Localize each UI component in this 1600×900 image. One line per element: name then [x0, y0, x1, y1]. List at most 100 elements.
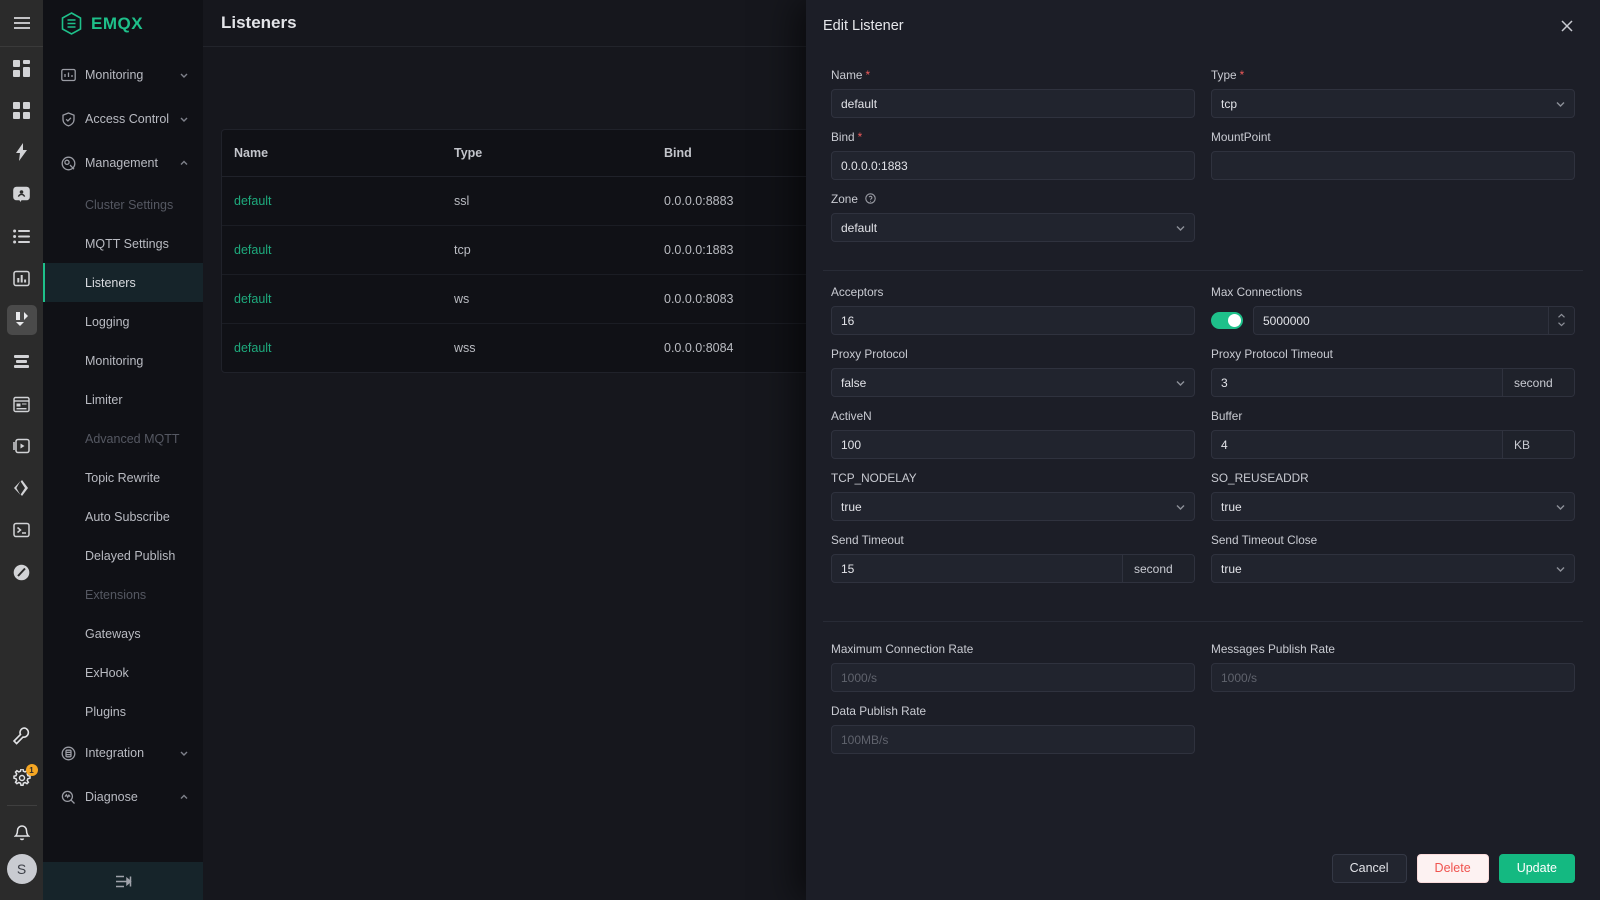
messages-publish-rate-input[interactable]	[1211, 663, 1575, 692]
sidebar-group-management[interactable]: Management	[43, 141, 203, 185]
sidebar-item-listeners[interactable]: Listeners	[43, 263, 203, 302]
rail-item-tools[interactable]	[7, 721, 37, 751]
sidebar-item-plugins[interactable]: Plugins	[43, 692, 203, 731]
proxy-protocol-timeout-unit[interactable]: second	[1502, 369, 1574, 396]
sidebar-item-delayed-publish[interactable]: Delayed Publish	[43, 536, 203, 575]
sidebar-item-auto-subscribe[interactable]: Auto Subscribe	[43, 497, 203, 536]
sidebar-item-label: Cluster Settings	[85, 197, 174, 212]
cell-name[interactable]: default	[222, 274, 442, 324]
sidebar-item-mqtt-settings[interactable]: MQTT Settings	[43, 224, 203, 263]
label-so-reuseaddr: SO_REUSEADDR	[1211, 471, 1575, 485]
rail-item-clients[interactable]	[7, 179, 37, 209]
field-tcp-nodelay: TCP_NODELAY true	[823, 471, 1203, 533]
drawer-body: Name* Type* tcp	[806, 51, 1600, 836]
field-data-publish-rate: Data Publish Rate	[823, 704, 1203, 766]
type-select[interactable]: tcp	[1211, 89, 1575, 118]
buffer-input[interactable]	[1212, 431, 1502, 458]
zone-select[interactable]: default	[831, 213, 1195, 242]
rail-item-dashboard[interactable]	[7, 53, 37, 83]
rail-item-terminal[interactable]	[7, 515, 37, 545]
wrench-icon	[12, 727, 31, 745]
data-publish-rate-input[interactable]	[831, 725, 1195, 754]
label-text: TCP_NODELAY	[831, 471, 917, 485]
delete-button[interactable]: Delete	[1416, 853, 1489, 883]
sidebar-item-topic-rewrite[interactable]: Topic Rewrite	[43, 458, 203, 497]
sidebar-item-exhook[interactable]: ExHook	[43, 653, 203, 692]
settings-badge: 1	[25, 764, 38, 776]
icon-rail: 1 S	[0, 0, 43, 900]
field-acceptors: Acceptors	[823, 285, 1203, 347]
cell-name[interactable]: default	[222, 324, 442, 373]
emqx-hexagon-logo	[61, 12, 82, 35]
label-text: Data Publish Rate	[831, 704, 927, 718]
rail-item-listeners[interactable]	[6, 305, 37, 335]
rail-item-settings[interactable]: 1	[7, 763, 38, 793]
bind-input[interactable]	[831, 151, 1195, 180]
update-button[interactable]: Update	[1498, 853, 1575, 883]
sidebar-item-advanced-mqtt[interactable]: Advanced MQTT	[43, 419, 203, 458]
send-timeout-close-select[interactable]: true	[1211, 554, 1575, 583]
label-text: Acceptors	[831, 285, 884, 299]
sidebar-item-monitoring[interactable]: Monitoring	[43, 341, 203, 380]
code-brackets-icon	[13, 480, 30, 496]
cell-type: ws	[442, 274, 652, 324]
cancel-button[interactable]: Cancel	[1331, 853, 1407, 883]
activen-input[interactable]	[831, 430, 1195, 459]
tcp-nodelay-select[interactable]: true	[831, 492, 1195, 521]
so-reuseaddr-select[interactable]: true	[1211, 492, 1575, 521]
hamburger-menu-button[interactable]	[0, 0, 43, 47]
max-connections-input[interactable]	[1254, 307, 1548, 334]
management-cog-icon	[61, 156, 76, 171]
cell-type: ssl	[442, 176, 652, 226]
buffer-unit[interactable]: KB	[1502, 431, 1574, 458]
send-timeout-unit[interactable]: second	[1122, 555, 1194, 582]
label-text: Send Timeout Close	[1211, 533, 1318, 547]
sidebar-item-logging[interactable]: Logging	[43, 302, 203, 341]
cell-name[interactable]: default	[222, 176, 442, 226]
label-type: Type *	[1211, 68, 1575, 82]
rail-item-playback[interactable]	[7, 431, 37, 461]
sidebar-group-access-control[interactable]: Access Control	[43, 97, 203, 141]
name-input[interactable]	[831, 89, 1195, 118]
sidebar-item-limiter[interactable]: Limiter	[43, 380, 203, 419]
column-header-name[interactable]: Name	[222, 130, 442, 177]
proxy-protocol-timeout-input[interactable]	[1212, 369, 1502, 396]
sidebar-group-diagnose[interactable]: Diagnose	[43, 775, 203, 819]
close-button[interactable]	[1559, 18, 1575, 34]
sidebar-item-gateways[interactable]: Gateways	[43, 614, 203, 653]
rail-item-dashboard-alt[interactable]	[7, 95, 37, 125]
collapse-sidebar-icon	[114, 874, 133, 889]
max-conn-rate-input[interactable]	[831, 663, 1195, 692]
rail-item-code[interactable]	[7, 473, 37, 503]
collapse-sidebar-button[interactable]	[43, 862, 203, 900]
question-circle-icon[interactable]	[865, 193, 876, 204]
buffer-wrap: KB	[1211, 430, 1575, 459]
brand[interactable]: EMQX	[43, 0, 203, 47]
chevron-down-icon[interactable]	[1557, 321, 1566, 328]
chevron-up-icon[interactable]	[1557, 313, 1566, 320]
rail-item-mqtt-module[interactable]	[7, 389, 37, 419]
acceptors-input[interactable]	[831, 306, 1195, 335]
rail-item-blocked[interactable]	[7, 557, 37, 587]
mountpoint-input[interactable]	[1211, 151, 1575, 180]
sidebar-group-integration[interactable]: Integration	[43, 731, 203, 775]
section-divider	[823, 270, 1583, 271]
sidebar-group-monitoring[interactable]: Monitoring	[43, 53, 203, 97]
label-acceptors: Acceptors	[831, 285, 1195, 299]
sidebar-item-extensions[interactable]: Extensions	[43, 575, 203, 614]
column-header-type[interactable]: Type	[442, 130, 652, 177]
rail-item-connections[interactable]	[7, 137, 37, 167]
rail-item-analytics[interactable]	[7, 263, 37, 293]
max-connections-toggle[interactable]	[1211, 312, 1243, 329]
rail-item-notifications[interactable]	[7, 818, 37, 848]
sidebar-item-cluster-settings[interactable]: Cluster Settings	[43, 185, 203, 224]
cell-name[interactable]: default	[222, 225, 442, 275]
send-timeout-input[interactable]	[832, 555, 1122, 582]
rail-item-topics[interactable]	[7, 221, 37, 251]
max-connections-stepper[interactable]	[1548, 307, 1574, 334]
rail-item-rules[interactable]	[7, 347, 37, 377]
field-activen: ActiveN	[823, 409, 1203, 471]
proxy-protocol-select[interactable]: false	[831, 368, 1195, 397]
slash-circle-icon	[13, 564, 30, 581]
avatar[interactable]: S	[6, 854, 37, 884]
